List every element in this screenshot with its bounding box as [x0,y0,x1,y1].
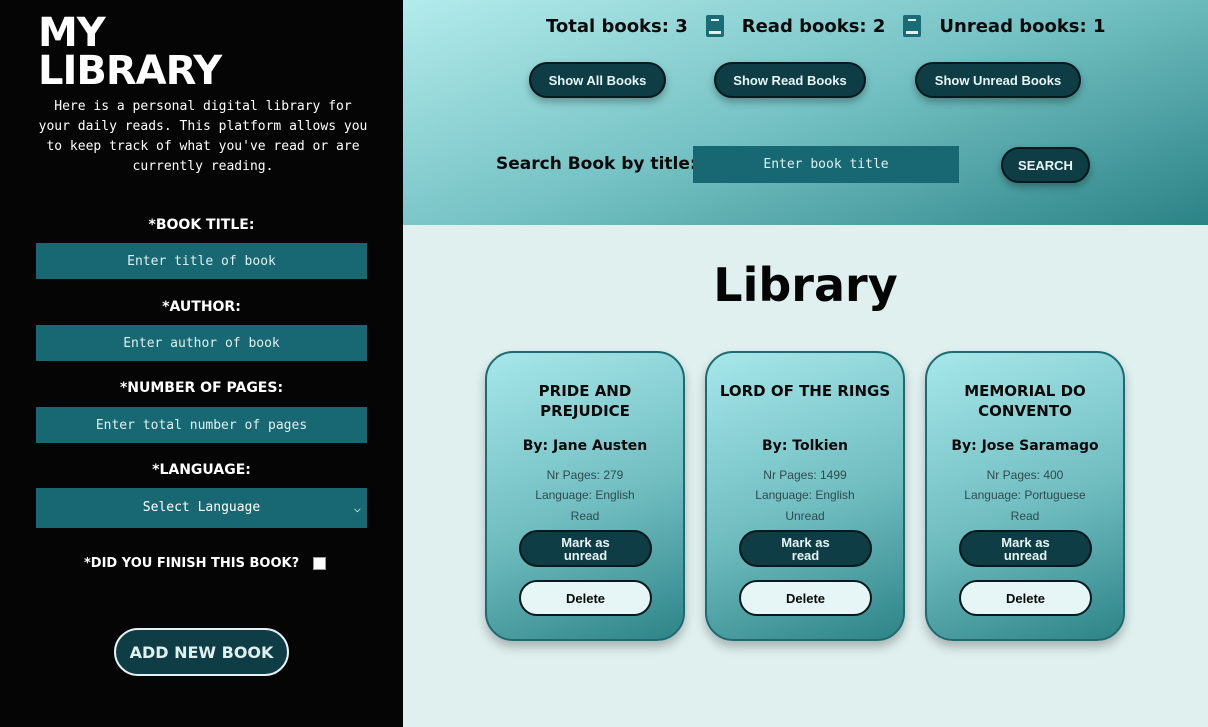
book-author: By: Jose Saramago [951,438,1099,454]
delete-button[interactable]: Delete [519,580,652,616]
show-unread-books-button[interactable]: Show Unread Books [915,62,1081,98]
library-title: Library [713,258,898,312]
book-icon [705,15,724,37]
book-status: Unread [785,509,825,523]
book-title-input[interactable] [36,243,367,279]
show-read-books-button[interactable]: Show Read Books [714,62,866,98]
unread-books-stat: Unread books: 1 [939,15,1106,37]
book-title-label: *BOOK TITLE: [148,217,255,233]
brand-title: MY LIBRARY [38,10,222,94]
search-label: Search Book by title: [496,154,697,174]
book-pages: Nr Pages: 279 [546,468,624,482]
chevron-down-icon: ⌵ [353,501,361,515]
search-button[interactable]: SEARCH [1001,147,1090,183]
show-all-books-button[interactable]: Show All Books [529,62,666,98]
book-language: Language: Portuguese [964,488,1086,502]
book-language: Language: English [755,488,855,502]
top-panel: Total books: 3 Read books: 2 Unread book… [403,0,1208,225]
finished-label: *DID YOU FINISH THIS BOOK? [84,556,300,571]
toggle-read-button[interactable]: Mark as unread [519,530,652,567]
book-pages: Nr Pages: 400 [986,468,1064,482]
book-status: Read [570,509,600,523]
toggle-read-button[interactable]: Mark as unread [959,530,1092,567]
add-new-book-button[interactable]: ADD NEW BOOK [114,628,289,676]
read-books-stat: Read books: 2 [741,15,886,37]
author-input[interactable] [36,325,367,361]
book-author: By: Tolkien [762,438,848,454]
book-card: PRIDE AND PREJUDICE By: Jane Austen Nr P… [485,351,685,641]
book-title: PRIDE AND PREJUDICE [538,382,632,420]
book-status: Read [1010,509,1040,523]
brand-line-1: MY [38,10,106,56]
book-title: LORD OF THE RINGS [719,382,891,400]
book-icon [903,15,922,37]
intro-text: Here is a personal digital library for y… [38,99,368,174]
pages-input[interactable] [36,407,367,443]
delete-button[interactable]: Delete [959,580,1092,616]
toggle-read-button[interactable]: Mark as read [739,530,872,567]
book-pages: Nr Pages: 1499 [763,468,847,482]
language-label: *LANGUAGE: [152,462,251,478]
search-input[interactable] [693,146,959,183]
book-author: By: Jane Austen [522,438,648,454]
language-select-value: Select Language [142,500,261,515]
book-language: Language: English [535,488,635,502]
brand-line-2: LIBRARY [38,48,222,94]
delete-button[interactable]: Delete [739,580,872,616]
stats-bar: Total books: 3 Read books: 2 Unread book… [546,15,1106,37]
author-label: *AUTHOR: [162,299,241,315]
language-select[interactable]: Select Language ⌵ [36,488,367,528]
total-books-stat: Total books: 3 [546,15,688,37]
finished-checkbox[interactable] [313,557,327,570]
book-card: MEMORIAL DO CONVENTO By: Jose Saramago N… [925,351,1125,641]
book-card: LORD OF THE RINGS By: Tolkien Nr Pages: … [705,351,905,641]
sidebar: MY LIBRARY Here is a personal digital li… [0,0,403,727]
book-title: MEMORIAL DO CONVENTO [964,382,1086,420]
finished-row: *DID YOU FINISH THIS BOOK? [84,556,327,571]
pages-label: *NUMBER OF PAGES: [119,380,284,396]
